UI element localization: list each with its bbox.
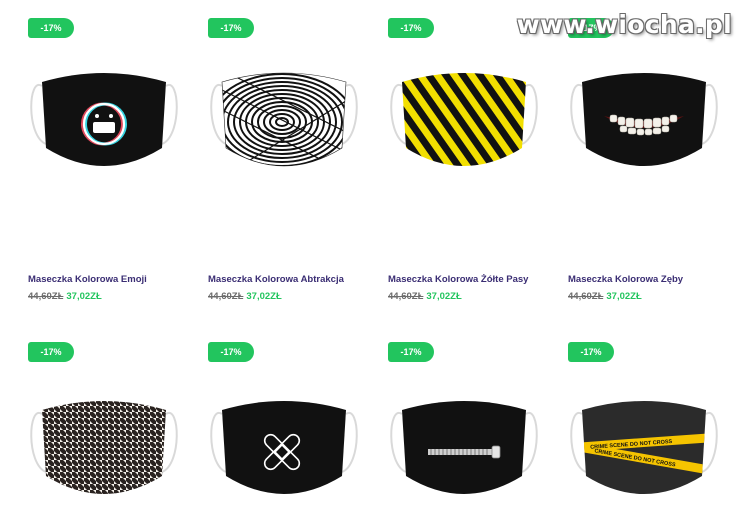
mask-image-yellow-stripes[interactable]: [384, 66, 544, 181]
product-name[interactable]: Maseczka Kolorowa Emoji: [28, 274, 198, 285]
product-card[interactable]: -17%: [208, 342, 378, 524]
product-card[interactable]: -17%: [28, 342, 198, 524]
product-name[interactable]: Maseczka Kolorowa Zęby: [568, 274, 738, 285]
old-price: 44,60ZŁ: [208, 291, 244, 302]
mask-image-houndstooth[interactable]: [24, 394, 184, 509]
new-price: 37,02ZŁ: [246, 291, 282, 302]
mask-image-bandage[interactable]: [204, 394, 364, 509]
discount-badge: -17%: [28, 342, 74, 362]
discount-badge: -17%: [388, 342, 434, 362]
product-name[interactable]: Maseczka Kolorowa Żółte Pasy: [388, 274, 558, 285]
price-row: 44,60ZŁ 37,02ZŁ: [28, 291, 102, 302]
product-card[interactable]: -17% Maseczka Kolorowa Żółte Pasy 44,60Z…: [388, 18, 558, 318]
mask-image-emoji[interactable]: [24, 66, 184, 181]
product-name[interactable]: Maseczka Kolorowa Abtrakcja: [208, 274, 378, 285]
price-row: 44,60ZŁ 37,02ZŁ: [568, 291, 642, 302]
price-row: 44,60ZŁ 37,02ZŁ: [208, 291, 282, 302]
product-grid: -17% Maseczka Kolorowa Emoji 44,60ZŁ 37,0…: [0, 0, 750, 524]
new-price: 37,02ZŁ: [606, 291, 642, 302]
discount-badge: -17%: [28, 18, 74, 38]
product-card[interactable]: -17% Maseczka Kolorowa Zęby 44,60ZŁ 37,0…: [568, 18, 738, 318]
product-card[interactable]: -17%: [388, 342, 558, 524]
old-price: 44,60ZŁ: [568, 291, 604, 302]
old-price: 44,60ZŁ: [388, 291, 424, 302]
mask-image-zipper[interactable]: [384, 394, 544, 509]
product-card[interactable]: -17% CRIME SCENE DO NOT CROSS CRIME SCEN…: [568, 342, 738, 524]
mask-image-optical-illusion[interactable]: [204, 66, 364, 181]
mask-image-teeth[interactable]: [564, 66, 724, 181]
old-price: 44,60ZŁ: [28, 291, 64, 302]
product-card[interactable]: -17% Maseczka Kolorowa Emoji 44,60ZŁ 37,0…: [28, 18, 198, 318]
mask-image-crime-scene[interactable]: CRIME SCENE DO NOT CROSS CRIME SCENE DO …: [564, 394, 724, 509]
watermark: www.wiocha.pl: [516, 10, 732, 39]
product-card[interactable]: -17% Maseczka Kolorowa Abtrakcja 44,60ZŁ…: [208, 18, 378, 318]
discount-badge: -17%: [208, 18, 254, 38]
new-price: 37,02ZŁ: [426, 291, 462, 302]
discount-badge: -17%: [388, 18, 434, 38]
discount-badge: -17%: [208, 342, 254, 362]
price-row: 44,60ZŁ 37,02ZŁ: [388, 291, 462, 302]
discount-badge: -17%: [568, 342, 614, 362]
new-price: 37,02ZŁ: [66, 291, 102, 302]
